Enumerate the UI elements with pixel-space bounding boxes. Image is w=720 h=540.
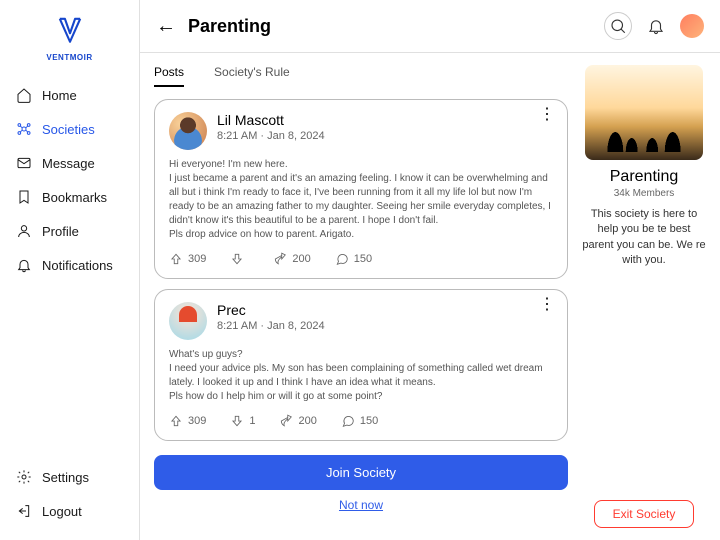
profile-icon [16,223,32,239]
not-now-link[interactable]: Not now [154,498,568,512]
society-members: 34k Members [614,188,675,199]
notifications-button[interactable] [644,14,668,38]
tab-posts[interactable]: Posts [154,65,184,87]
comment-button[interactable]: 150 [335,252,372,266]
downvote-button[interactable] [230,252,249,266]
search-icon [609,17,627,35]
comment-icon [335,252,349,266]
bell-icon [16,257,32,273]
society-name: Parenting [610,168,679,186]
home-icon [16,87,32,103]
post-card: Lil Mascott 8:21 AM · Jan 8, 2024 ⋮ Hi e… [154,99,568,279]
share-icon [273,252,287,266]
page-title: Parenting [188,16,592,37]
post-menu[interactable]: ⋮ [539,302,553,308]
nav-settings[interactable]: Settings [0,460,139,494]
society-image [585,65,703,160]
nav-message[interactable]: Message [0,146,139,180]
downvote-icon [230,414,244,428]
logout-icon [16,503,32,519]
comment-button[interactable]: 150 [341,414,378,428]
post-body: What's up guys? I need your advice pls. … [169,348,553,404]
nav-societies[interactable]: Societies [0,112,139,146]
post-avatar[interactable] [169,112,207,150]
comment-icon [341,414,355,428]
bell-icon [647,17,665,35]
downvote-button[interactable]: 1 [230,414,255,428]
search-button[interactable] [604,12,632,40]
society-description: This society is here to help you be te b… [582,207,706,269]
post-menu[interactable]: ⋮ [539,112,553,118]
post-body: Hi everyone! I'm new here. I just became… [169,158,553,242]
post-timestamp: 8:21 AM · Jan 8, 2024 [217,130,529,142]
join-society-button[interactable]: Join Society [154,455,568,490]
upvote-button[interactable]: 309 [169,252,206,266]
post-timestamp: 8:21 AM · Jan 8, 2024 [217,320,529,332]
nav-notifications[interactable]: Notifications [0,248,139,282]
nav-home[interactable]: Home [0,78,139,112]
user-avatar[interactable] [680,14,704,38]
downvote-icon [230,252,244,266]
upvote-button[interactable]: 309 [169,414,206,428]
gear-icon [16,469,32,485]
share-icon [279,414,293,428]
upvote-icon [169,252,183,266]
bookmark-icon [16,189,32,205]
post-author[interactable]: Lil Mascott [217,112,529,128]
share-button[interactable]: 200 [279,414,316,428]
share-button[interactable]: 200 [273,252,310,266]
post-avatar[interactable] [169,302,207,340]
tab-rule[interactable]: Society's Rule [214,65,290,87]
nav-profile[interactable]: Profile [0,214,139,248]
nav-bookmarks[interactable]: Bookmarks [0,180,139,214]
societies-icon [16,121,32,137]
exit-society-button[interactable]: Exit Society [594,500,695,528]
upvote-icon [169,414,183,428]
message-icon [16,155,32,171]
post-author[interactable]: Prec [217,302,529,318]
logo: VENTMOIR [0,12,139,62]
nav-logout[interactable]: Logout [0,494,139,528]
post-card: Prec 8:21 AM · Jan 8, 2024 ⋮ What's up g… [154,289,568,441]
back-arrow[interactable]: ← [156,15,176,38]
